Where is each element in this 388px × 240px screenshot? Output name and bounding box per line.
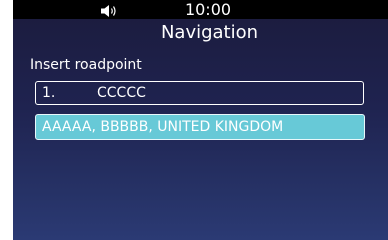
page-title: Navigation [160, 22, 259, 43]
roadpoint-index: 1. [42, 85, 56, 101]
status-bar: 10:00 [13, 0, 388, 19]
roadpoint-name: CCCCC [97, 85, 146, 101]
navigation-screen: 10:00 Navigation Insert roadpoint 1. CCC… [13, 0, 388, 240]
page-subtitle: Insert roadpoint [30, 57, 142, 73]
suggestion-list-item[interactable]: AAAAA, BBBBB, UNITED KINGDOM [35, 114, 365, 140]
roadpoint-input-row[interactable]: 1. CCCCC [35, 81, 364, 105]
speaker-volume-icon [100, 3, 120, 17]
clock: 10:00 [184, 0, 232, 19]
